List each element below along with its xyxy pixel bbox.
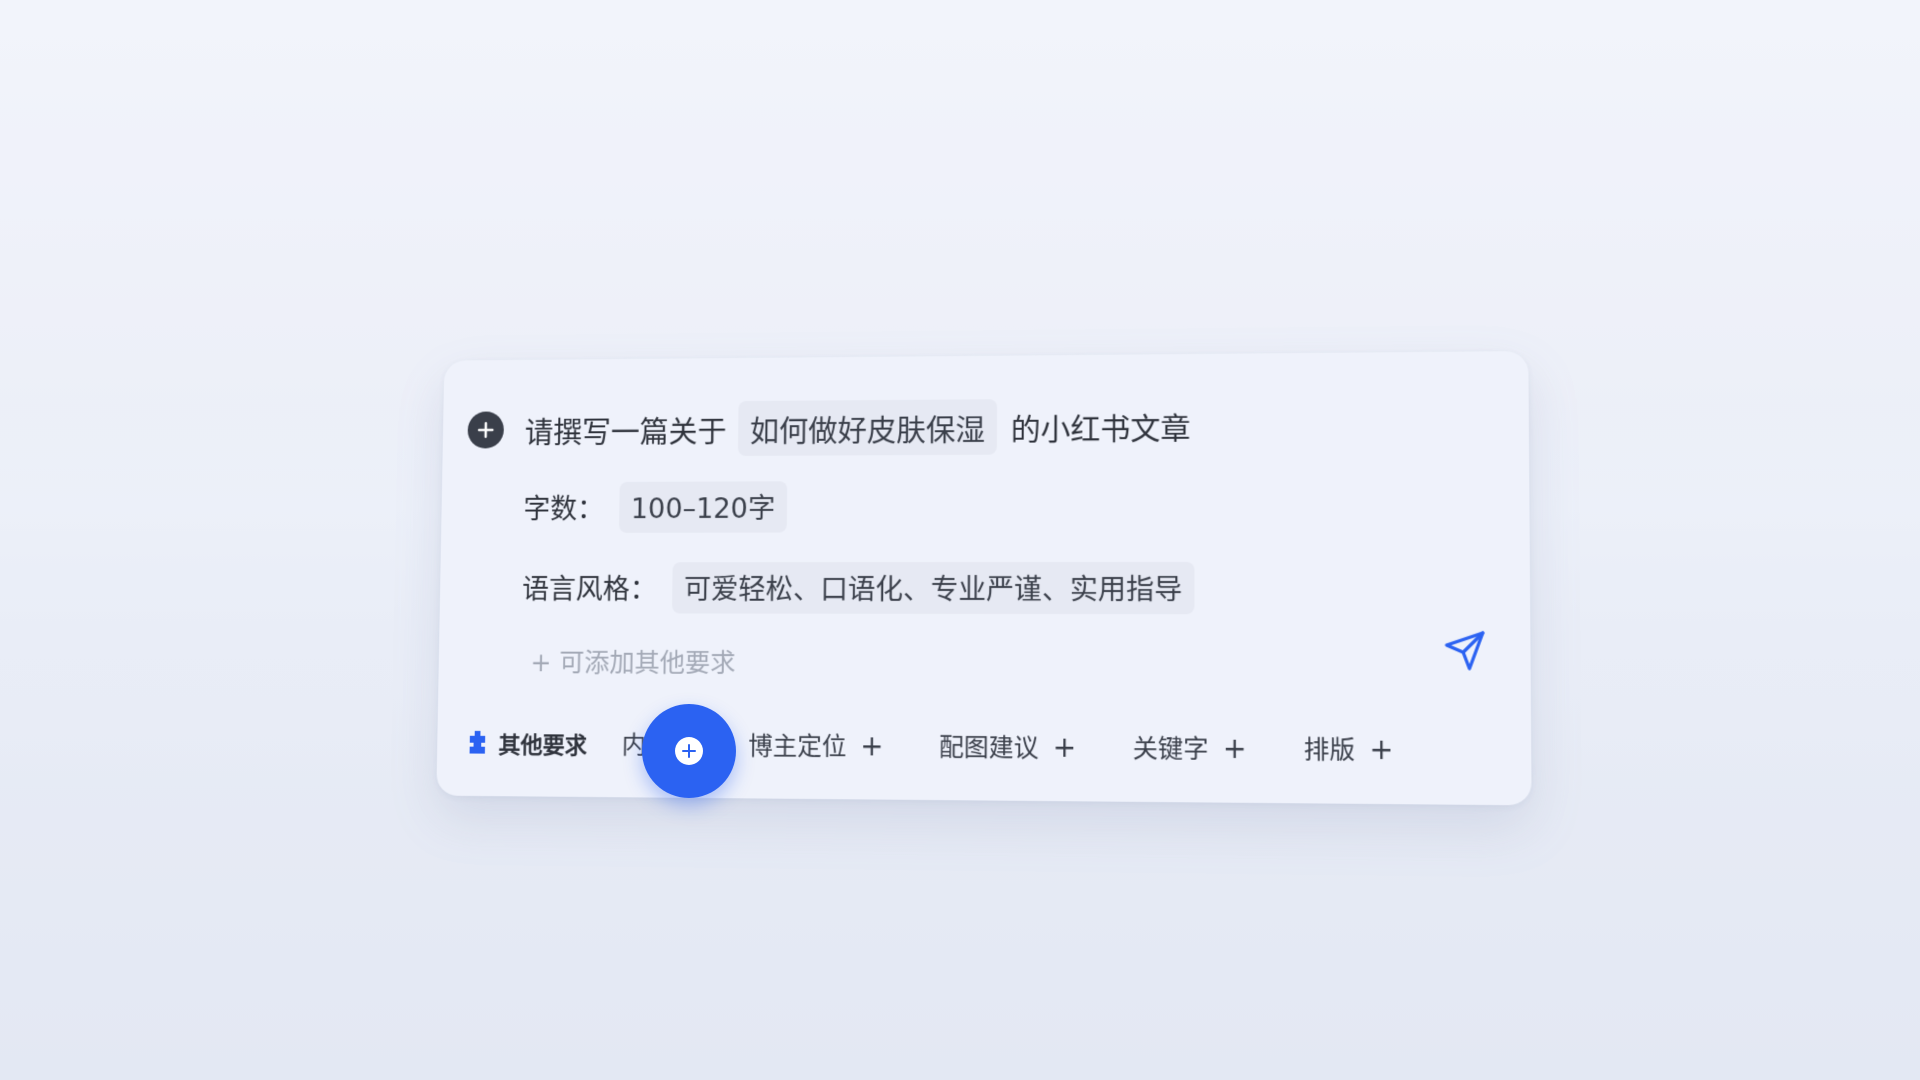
prompt-row: 请撰写一篇关于 如何做好皮肤保湿 的小红书文章: [467, 398, 1190, 457]
plus-icon: +: [1223, 731, 1247, 765]
pointer-cursor-icon: [642, 704, 736, 798]
cursor-plus-icon: [675, 737, 703, 765]
language-style-row: 语言风格： 可爱轻松、口语化、专业严谨、实用指导: [522, 562, 1195, 614]
toolbar-item-layout[interactable]: 排版 +: [1304, 730, 1394, 767]
topic-chip[interactable]: 如何做好皮肤保湿: [738, 399, 997, 456]
prompt-prefix: 请撰写一篇关于: [524, 407, 726, 451]
word-count-chip[interactable]: 100–120字: [619, 481, 787, 533]
puzzle-icon: [466, 729, 489, 757]
toolbar-item-keywords[interactable]: 关键字 +: [1133, 729, 1247, 766]
toolbar-item-blogger-position[interactable]: 博主定位 +: [748, 727, 884, 764]
prompt-card: 请撰写一篇关于 如何做好皮肤保湿 的小红书文章 字数： 100–120字 语言风…: [436, 351, 1531, 805]
toolbar-item-label: 排版: [1304, 730, 1355, 767]
add-requirement-link[interactable]: + 可添加其他要求: [530, 643, 736, 680]
toolbar-item-label: 博主定位: [748, 727, 847, 764]
plus-icon: +: [1053, 730, 1077, 763]
word-count-row: 字数： 100–120字: [523, 481, 787, 533]
other-requirements-title: 其他要求: [466, 726, 588, 760]
other-requirements-label: 其他要求: [498, 726, 587, 760]
toolbar-item-image-suggestion[interactable]: 配图建议 +: [939, 728, 1076, 765]
toolbar-item-label: 关键字: [1133, 729, 1209, 766]
word-count-label: 字数：: [523, 488, 604, 527]
add-circle-icon[interactable]: [467, 411, 504, 448]
plus-icon: +: [1369, 732, 1393, 766]
toolbar-item-label: 配图建议: [939, 728, 1039, 765]
other-requirements-toolbar: 其他要求 内 博主定位 + 配图建议 + 关键字 + 排版 +: [466, 725, 1452, 768]
language-style-chip[interactable]: 可爱轻松、口语化、专业严谨、实用指导: [672, 562, 1194, 614]
language-style-label: 语言风格：: [522, 568, 657, 607]
plus-icon: +: [860, 729, 883, 762]
send-icon[interactable]: [1441, 627, 1489, 674]
prompt-suffix: 的小红书文章: [1011, 404, 1191, 449]
